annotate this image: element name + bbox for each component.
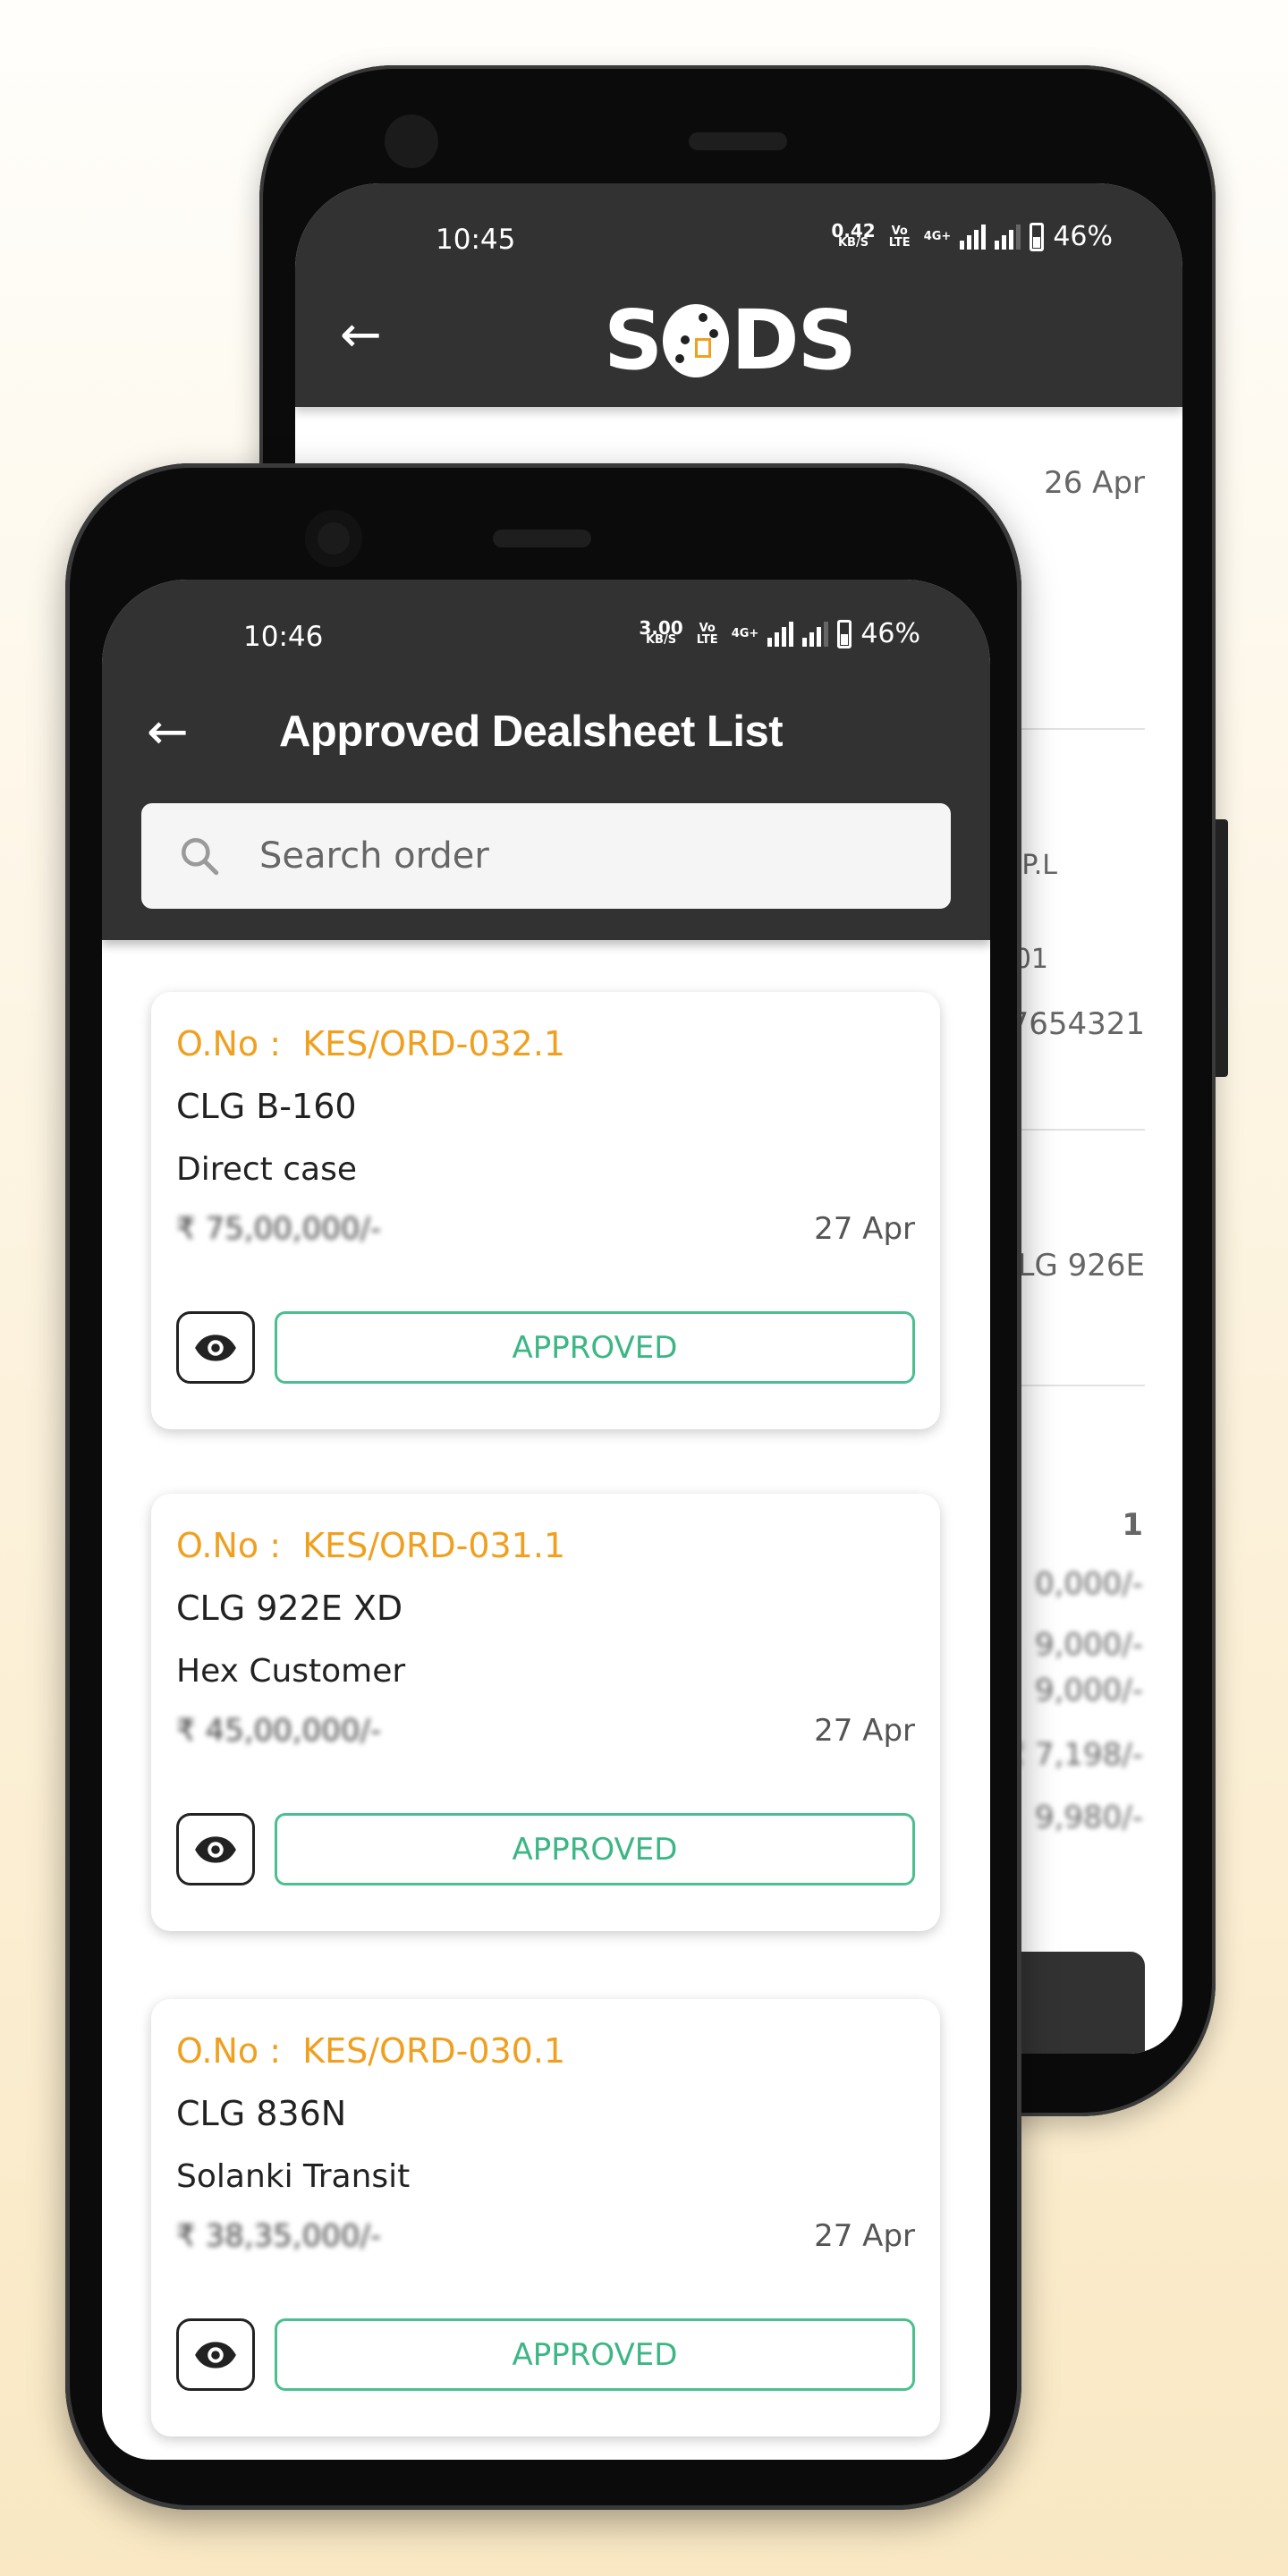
- battery-percent: 46%: [1053, 221, 1113, 252]
- customer-name: Hex Customer: [176, 1653, 406, 1690]
- camera: [305, 510, 362, 567]
- status-time: 10:45: [436, 224, 516, 256]
- customer-name: Solanki Transit: [176, 2158, 411, 2195]
- front-phone-screen: 10:46 3.00 KB/S Vo LTE 4G+ 46% ← Approved…: [102, 580, 990, 2460]
- order-card[interactable]: O.No : KES/ORD-031.1 CLG 922E XD Hex Cus…: [151, 1494, 940, 1931]
- detail-text: P.L: [1021, 850, 1057, 881]
- status-icons: 3.00 KB/S Vo LTE 4G+ 46%: [639, 618, 920, 649]
- search-icon: [182, 838, 219, 876]
- order-date: 27 Apr: [814, 1211, 915, 1247]
- signal-icon: [995, 224, 1021, 250]
- order-date: 27 Apr: [814, 1713, 915, 1749]
- order-amount: ₹ 75,00,000/-: [176, 1211, 382, 1247]
- battery-icon: [837, 619, 852, 648]
- search-input[interactable]: [259, 835, 886, 877]
- detail-text: 1: [1122, 1507, 1143, 1543]
- battery-icon: [1030, 222, 1045, 251]
- order-number: O.No : KES/ORD-030.1: [176, 2031, 566, 2071]
- machine-model: CLG 836N: [176, 2094, 347, 2133]
- customer-name: Direct case: [176, 1151, 357, 1188]
- arrow-left-icon[interactable]: ←: [340, 310, 382, 360]
- network-type: 4G+: [731, 627, 759, 640]
- order-amount: ₹ 45,00,000/-: [176, 1713, 382, 1749]
- amount-text: 9,980/-: [1034, 1800, 1143, 1835]
- order-number: O.No : KES/ORD-032.1: [176, 1024, 566, 1063]
- order-date: 26 Apr: [1044, 465, 1145, 501]
- app-header: 10:46 3.00 KB/S Vo LTE 4G+ 46% ← Approved…: [102, 580, 990, 940]
- status-badge[interactable]: APPROVED: [275, 2318, 915, 2391]
- network-speed: 0.42 KB/S: [831, 219, 876, 250]
- order-number: O.No : KES/ORD-031.1: [176, 1526, 566, 1565]
- volte-icon: Vo LTE: [696, 621, 718, 647]
- order-date: 27 Apr: [814, 2218, 915, 2254]
- view-button[interactable]: [176, 2318, 255, 2391]
- eye-icon: [195, 2341, 236, 2368]
- sods-logo: S DS: [604, 292, 857, 388]
- amount-text: 0,000/-: [1034, 1566, 1143, 1602]
- status-time: 10:46: [243, 621, 324, 653]
- machine-model: CLG B-160: [176, 1087, 357, 1126]
- eye-icon: [195, 1334, 236, 1361]
- speaker: [493, 530, 591, 547]
- network-type: 4G+: [923, 230, 952, 243]
- status-badge[interactable]: APPROVED: [275, 1311, 915, 1384]
- search-bar[interactable]: [141, 803, 951, 909]
- logo-network-icon: [663, 303, 730, 377]
- detail-text: 7654321: [1009, 1006, 1145, 1042]
- network-speed: 3.00 KB/S: [639, 616, 683, 647]
- status-icons: 0.42 KB/S Vo LTE 4G+ 46%: [831, 221, 1113, 252]
- amount-text: ₹ 7,198/-: [1005, 1737, 1144, 1773]
- order-card[interactable]: O.No : KES/ORD-030.1 CLG 836N Solanki Tr…: [151, 1999, 940, 2436]
- amount-text: 9,000/-: [1034, 1627, 1143, 1663]
- side-button[interactable]: [1216, 819, 1228, 1077]
- signal-icon: [802, 621, 829, 647]
- arrow-left-icon[interactable]: ←: [147, 708, 189, 758]
- amount-text: 9,000/-: [1034, 1673, 1143, 1708]
- app-header: 10:45 0.42 KB/S Vo LTE 4G+ 46% ← S DS: [295, 183, 1182, 407]
- view-button[interactable]: [176, 1311, 255, 1384]
- page-title: Approved Dealsheet List: [279, 708, 784, 756]
- machine-model: CLG 922E XD: [176, 1589, 403, 1628]
- order-card[interactable]: O.No : KES/ORD-032.1 CLG B-160 Direct ca…: [151, 992, 940, 1429]
- status-badge[interactable]: APPROVED: [275, 1813, 915, 1885]
- view-button[interactable]: [176, 1813, 255, 1885]
- speaker: [689, 132, 787, 150]
- camera: [385, 114, 438, 168]
- order-amount: ₹ 38,35,000/-: [176, 2218, 382, 2254]
- signal-icon: [767, 621, 794, 647]
- battery-percent: 46%: [860, 618, 920, 649]
- volte-icon: Vo LTE: [888, 224, 911, 250]
- signal-icon: [960, 224, 987, 250]
- eye-icon: [195, 1835, 236, 1863]
- detail-text: LG 926E: [1017, 1248, 1145, 1284]
